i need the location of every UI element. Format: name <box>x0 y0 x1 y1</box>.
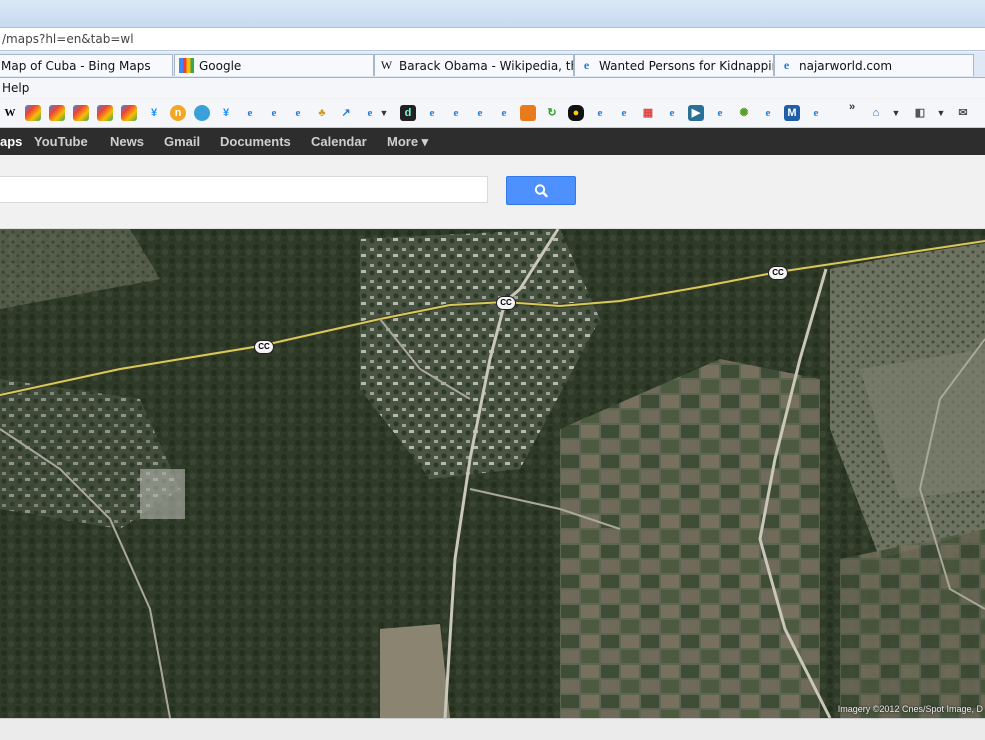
satellite-map[interactable]: CC CC CC Imagery ©2012 Cnes/Spot Image, … <box>0 229 985 718</box>
ie-icon[interactable]: e <box>362 105 378 121</box>
ie-icon[interactable]: e <box>808 105 824 121</box>
ie-icon[interactable]: e <box>616 105 632 121</box>
map-imagery <box>0 229 985 718</box>
bookmark-icon[interactable]: ¥ <box>218 105 234 121</box>
tab-wanted-persons[interactable]: e Wanted Persons for Kidnapping <box>574 54 774 76</box>
ie-icon[interactable]: e <box>496 105 512 121</box>
bookmark-icon[interactable]: ▦ <box>640 105 656 121</box>
gbar-youtube[interactable]: YouTube <box>34 134 88 149</box>
search-icon <box>534 184 548 198</box>
ie-icon[interactable]: e <box>266 105 282 121</box>
ie-icon[interactable]: e <box>664 105 680 121</box>
gbar-documents[interactable]: Documents <box>220 134 291 149</box>
chevron-down-icon[interactable]: ▼ <box>935 105 947 121</box>
menu-bar: Help <box>0 78 985 98</box>
google-icon[interactable] <box>73 105 89 121</box>
search-button[interactable] <box>506 176 576 205</box>
ie-icon[interactable]: e <box>592 105 608 121</box>
tab-najarworld[interactable]: e najarworld.com <box>774 54 974 76</box>
feed-icon[interactable]: ◧ <box>912 105 928 121</box>
bookmark-icon[interactable]: ↗ <box>338 105 354 121</box>
ie-icon[interactable]: e <box>760 105 776 121</box>
bookmark-icon[interactable] <box>194 105 210 121</box>
road-label: CC <box>254 340 274 354</box>
gbar-gmail[interactable]: Gmail <box>164 134 200 149</box>
google-bar: aps YouTube News Gmail Documents Calenda… <box>0 128 985 155</box>
bookmark-icon[interactable]: ● <box>568 105 584 121</box>
status-bar <box>0 718 985 740</box>
home-icon[interactable]: ⌂ <box>868 105 884 121</box>
gbar-more[interactable]: More ▾ <box>387 134 428 150</box>
more-chevron-icon[interactable]: » <box>844 99 860 115</box>
road-label: CC <box>768 266 788 280</box>
ie-icon[interactable]: e <box>242 105 258 121</box>
search-input[interactable] <box>0 176 488 203</box>
bookmark-icon[interactable]: ¥ <box>146 105 162 121</box>
ie-icon: e <box>783 58 790 72</box>
play-icon[interactable]: ▶ <box>688 105 704 121</box>
window-title-bar <box>0 0 985 28</box>
bookmark-icon[interactable]: M <box>784 105 800 121</box>
bookmark-icon[interactable]: ✺ <box>736 105 752 121</box>
chevron-down-icon[interactable]: ▼ <box>890 105 902 121</box>
tab-label: Wanted Persons for Kidnapping <box>599 59 774 73</box>
ie-icon[interactable]: e <box>448 105 464 121</box>
bookmark-icon[interactable]: d <box>400 105 416 121</box>
tab-strip: Map of Cuba - Bing Maps Google W Barack … <box>0 52 985 78</box>
tab-label: Map of Cuba - Bing Maps <box>1 59 151 73</box>
gbar-news[interactable]: News <box>110 134 144 149</box>
address-bar[interactable]: /maps?hl=en&tab=wl <box>0 28 985 51</box>
bookmark-icon[interactable]: n <box>170 105 186 121</box>
gbar-maps[interactable]: aps <box>0 134 22 149</box>
ie-icon[interactable]: e <box>472 105 488 121</box>
bookmark-icon[interactable]: ♣ <box>314 105 330 121</box>
address-text[interactable]: /maps?hl=en&tab=wl <box>2 32 134 46</box>
google-icon[interactable] <box>25 105 41 121</box>
bookmark-icon[interactable] <box>520 105 536 121</box>
favorites-bar: W ¥ n ¥ e e e ♣ ↗ e ▼ d e e e e ↻ ● e e … <box>0 99 985 128</box>
ie-icon: e <box>583 58 590 72</box>
wikipedia-icon[interactable]: W <box>2 105 18 121</box>
chevron-down-icon[interactable]: ▼ <box>378 105 390 121</box>
tab-wikipedia[interactable]: W Barack Obama - Wikipedia, th... <box>374 54 574 76</box>
google-icon[interactable] <box>121 105 137 121</box>
search-area <box>0 155 985 229</box>
tab-bing-maps[interactable]: Map of Cuba - Bing Maps <box>0 54 173 76</box>
google-icon[interactable] <box>49 105 65 121</box>
tab-google[interactable]: Google <box>174 54 374 76</box>
refresh-icon[interactable]: ↻ <box>544 105 560 121</box>
map-copyright: Imagery ©2012 Cnes/Spot Image, D <box>837 704 983 714</box>
gbar-calendar[interactable]: Calendar <box>311 134 367 149</box>
road-label: CC <box>496 296 516 310</box>
mail-icon[interactable]: ✉ <box>955 105 971 121</box>
wikipedia-icon: W <box>380 58 393 72</box>
google-icon <box>179 58 194 73</box>
ie-icon[interactable]: e <box>712 105 728 121</box>
menu-help[interactable]: Help <box>2 81 29 95</box>
ie-icon[interactable]: e <box>290 105 306 121</box>
google-icon[interactable] <box>97 105 113 121</box>
tab-label: Barack Obama - Wikipedia, th... <box>399 59 574 73</box>
tab-label: najarworld.com <box>799 59 893 73</box>
ie-icon[interactable]: e <box>424 105 440 121</box>
tab-label: Google <box>199 59 242 73</box>
